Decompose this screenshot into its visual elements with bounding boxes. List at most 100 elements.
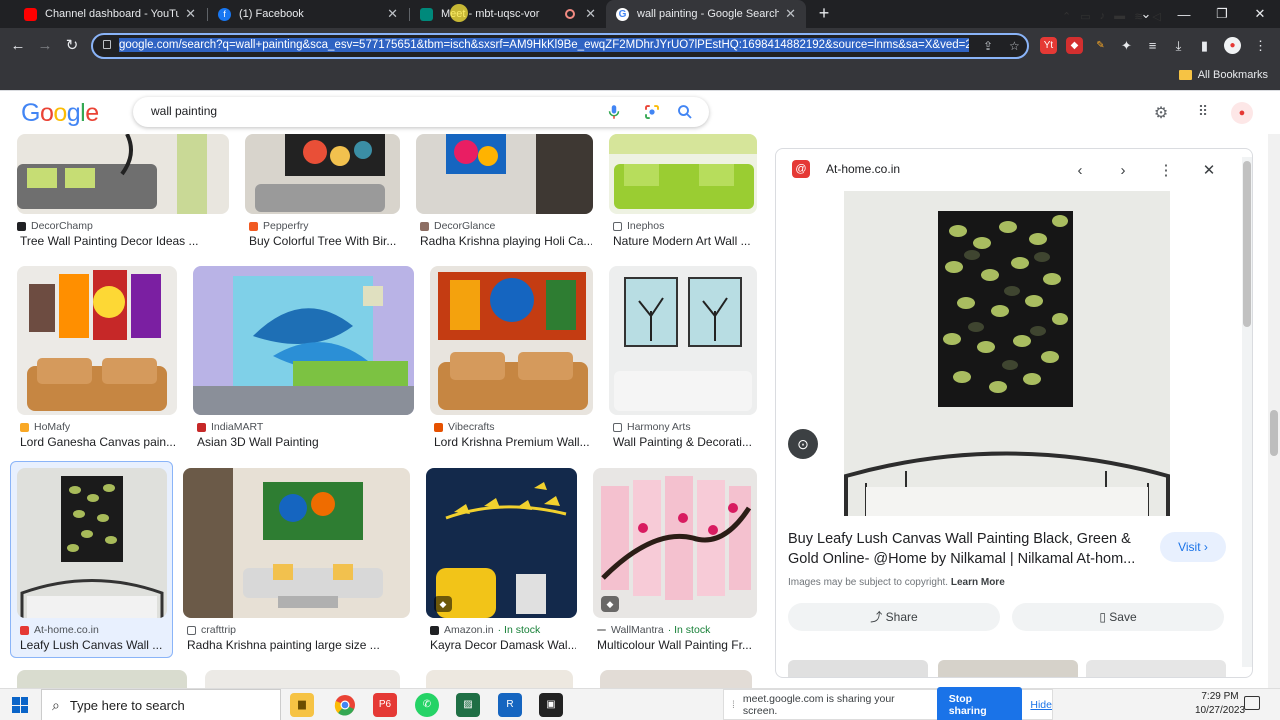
downloads-icon[interactable]: ⤓ bbox=[1170, 37, 1187, 54]
windows-start-icon[interactable] bbox=[12, 697, 28, 713]
share-page-icon[interactable]: ⇪ bbox=[983, 39, 993, 53]
result-thumbnail[interactable]: ◆ bbox=[426, 468, 577, 618]
result-thumbnail[interactable] bbox=[245, 134, 400, 214]
search-icon[interactable] bbox=[676, 103, 694, 121]
result-thumbnail[interactable] bbox=[600, 670, 752, 688]
close-icon[interactable]: ✕ bbox=[585, 6, 596, 22]
page-scrollbar-thumb[interactable] bbox=[1270, 410, 1278, 456]
result-title[interactable]: Tree Wall Painting Decor Ideas ... bbox=[20, 234, 226, 248]
whatsapp-icon[interactable]: ✆ bbox=[415, 693, 439, 717]
result-title[interactable]: Lord Ganesha Canvas pain... bbox=[20, 435, 176, 449]
account-avatar[interactable]: ● bbox=[1231, 102, 1253, 124]
result-thumbnail[interactable] bbox=[17, 468, 167, 618]
reload-button[interactable]: ↻ bbox=[61, 35, 83, 57]
result-thumbnail[interactable] bbox=[17, 266, 177, 415]
related-thumbnail[interactable] bbox=[788, 660, 928, 677]
all-bookmarks-button[interactable]: All Bookmarks bbox=[1178, 69, 1268, 81]
result-title[interactable]: Kayra Decor Damask Wal... bbox=[430, 638, 576, 652]
next-image-button[interactable]: › bbox=[1113, 161, 1133, 181]
result-title[interactable]: Lord Krishna Premium Wall... bbox=[434, 435, 592, 449]
extension-shield-icon[interactable]: ◆ bbox=[1066, 37, 1083, 54]
close-icon[interactable]: ✕ bbox=[785, 6, 796, 22]
profile-avatar[interactable]: ● bbox=[1224, 37, 1241, 54]
panel-scrollbar-thumb[interactable] bbox=[1243, 161, 1251, 327]
back-button[interactable]: ← bbox=[7, 35, 29, 57]
lens-icon[interactable] bbox=[643, 103, 661, 121]
previous-image-button[interactable]: ‹ bbox=[1070, 161, 1090, 181]
side-panel-icon[interactable]: ▮ bbox=[1196, 37, 1213, 54]
close-icon[interactable]: ✕ bbox=[387, 6, 398, 22]
tray-chevron-icon[interactable]: ⌃ bbox=[1062, 10, 1071, 23]
tab-facebook[interactable]: f (1) Facebook ✕ bbox=[208, 0, 408, 28]
microphone-icon[interactable] bbox=[605, 103, 623, 121]
save-button[interactable]: ▯ Save bbox=[1012, 603, 1224, 631]
preview-source[interactable]: @ At-home.co.in bbox=[792, 160, 900, 178]
result-title[interactable]: Asian 3D Wall Painting bbox=[197, 435, 413, 449]
preview-title[interactable]: Buy Leafy Lush Canvas Wall Painting Blac… bbox=[788, 529, 1158, 569]
learn-more-link[interactable]: Learn More bbox=[951, 577, 1005, 588]
visit-button[interactable]: Visit › bbox=[1160, 532, 1226, 562]
result-thumbnail[interactable] bbox=[609, 134, 757, 214]
notifications-icon[interactable] bbox=[1244, 696, 1260, 710]
hide-button[interactable]: Hide bbox=[1030, 699, 1052, 711]
battery-icon[interactable]: ▬ bbox=[1114, 10, 1125, 22]
reader-app-icon[interactable]: R bbox=[498, 693, 522, 717]
notes-app-icon[interactable]: ▨ bbox=[456, 693, 480, 717]
apps-grid-icon[interactable]: ⠿ bbox=[1193, 103, 1213, 123]
tab-youtube[interactable]: Channel dashboard - YouTube S ✕ bbox=[14, 0, 206, 28]
result-title[interactable]: Buy Colorful Tree With Bir... bbox=[249, 234, 399, 248]
result-thumbnail[interactable] bbox=[609, 266, 757, 415]
extension-icon[interactable]: Yt bbox=[1040, 37, 1057, 54]
new-tab-button[interactable]: + bbox=[814, 3, 834, 24]
media-app-icon[interactable]: ▣ bbox=[539, 693, 563, 717]
google-logo[interactable]: Google bbox=[21, 99, 99, 128]
pdf-app-icon[interactable]: P6 bbox=[373, 693, 397, 717]
media-control-icon[interactable]: ≡ bbox=[1144, 37, 1161, 54]
result-thumbnail[interactable] bbox=[430, 266, 593, 415]
preview-image-container[interactable] bbox=[776, 191, 1240, 516]
volume-icon[interactable]: ◁ bbox=[1152, 10, 1160, 23]
related-thumbnail[interactable] bbox=[938, 660, 1078, 677]
lens-search-icon[interactable]: ⊙ bbox=[788, 429, 818, 459]
close-icon[interactable]: ✕ bbox=[185, 6, 196, 22]
taskbar-clock[interactable]: 7:29 PM 10/27/2023 bbox=[1190, 690, 1250, 718]
share-button[interactable]: ⤴ Share bbox=[788, 603, 1000, 631]
tab-google-search[interactable]: G wall painting - Google Search ✕ bbox=[606, 0, 806, 28]
meet-tray-icon[interactable]: ▭ bbox=[1080, 10, 1090, 23]
result-title[interactable]: Radha Krishna painting large size ... bbox=[187, 638, 409, 652]
search-query[interactable]: wall painting bbox=[151, 104, 217, 118]
result-thumbnail[interactable] bbox=[416, 134, 593, 214]
result-thumbnail[interactable]: ◆ bbox=[593, 468, 757, 618]
result-thumbnail[interactable] bbox=[17, 134, 229, 214]
chrome-taskbar-icon[interactable] bbox=[333, 693, 357, 717]
search-input[interactable]: wall painting bbox=[133, 97, 709, 127]
result-title[interactable]: Radha Krishna playing Holi Ca... bbox=[420, 234, 592, 248]
result-thumbnail[interactable] bbox=[17, 670, 187, 688]
file-explorer-icon[interactable]: ▆ bbox=[290, 693, 314, 717]
bookmark-star-icon[interactable]: ☆ bbox=[1009, 39, 1020, 53]
page-scrollbar[interactable] bbox=[1268, 134, 1280, 688]
close-preview-button[interactable]: ✕ bbox=[1199, 161, 1219, 181]
extension-pin-icon[interactable]: ✎ bbox=[1092, 37, 1109, 54]
maximize-button[interactable]: ❐ bbox=[1203, 0, 1241, 28]
tab-meet[interactable]: Meet - mbt-uqsc-vor ✕ bbox=[410, 0, 606, 28]
result-thumbnail[interactable] bbox=[205, 670, 400, 688]
taskbar-search-input[interactable]: ⌕ Type here to search bbox=[41, 689, 281, 720]
drag-handle-icon[interactable]: ⁞ bbox=[732, 699, 735, 711]
related-thumbnail[interactable] bbox=[1086, 660, 1226, 677]
microphone-tray-icon[interactable]: ♪ bbox=[1100, 10, 1106, 22]
result-title[interactable]: Nature Modern Art Wall ... bbox=[613, 234, 757, 248]
settings-gear-icon[interactable]: ⚙ bbox=[1151, 103, 1171, 123]
address-bar[interactable]: google.com/search?q=wall+painting&sca_es… bbox=[91, 33, 1029, 59]
preview-image[interactable] bbox=[776, 191, 1240, 516]
chrome-menu-icon[interactable]: ⋮ bbox=[1252, 37, 1269, 54]
wifi-icon[interactable]: ≋ bbox=[1134, 10, 1143, 23]
address-url[interactable]: google.com/search?q=wall+painting&sca_es… bbox=[119, 38, 969, 52]
result-title[interactable]: Wall Painting & Decorati... bbox=[613, 435, 757, 449]
result-thumbnail[interactable] bbox=[426, 670, 573, 688]
result-thumbnail[interactable] bbox=[183, 468, 410, 618]
result-thumbnail[interactable] bbox=[193, 266, 414, 415]
forward-button[interactable]: → bbox=[34, 35, 56, 57]
result-title[interactable]: Multicolour Wall Painting Fr... bbox=[597, 638, 757, 652]
close-window-button[interactable]: ✕ bbox=[1241, 0, 1279, 28]
